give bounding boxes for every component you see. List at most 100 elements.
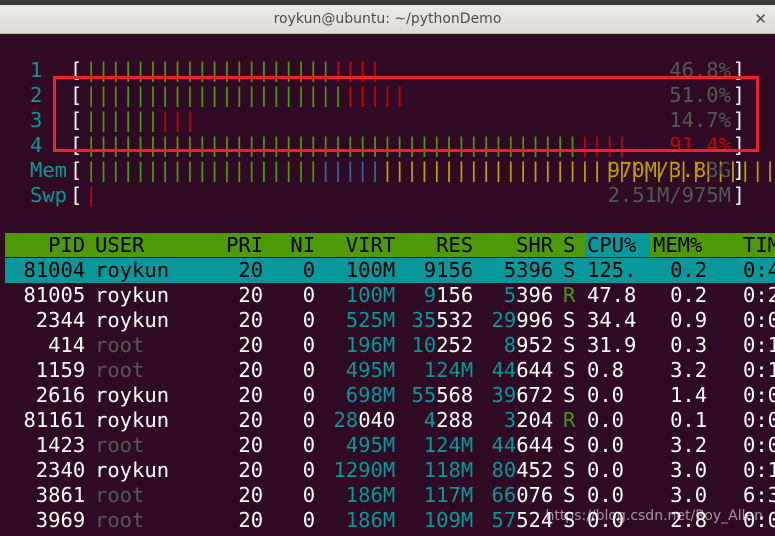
cell-res: 118M [423,458,474,482]
column-header-time[interactable]: TIME [743,233,775,257]
meter-label: Swp [30,183,68,207]
process-row[interactable]: 81004 roykun 20 0 100M 9156 5396 S 125. 0.2 0:43 [5,258,775,283]
cell-user: root [95,508,145,532]
cell-virt: 28040 [333,408,396,432]
cell-ni: 0 [302,508,316,532]
cell-mem: 0.1 [670,408,708,432]
cell-user: roykun [95,458,170,482]
cell-pid: 2340 [35,458,86,482]
cell-shr: 44644 [491,358,554,382]
cell-user: root [95,433,145,457]
cell-pid: 1159 [35,358,86,382]
cell-mem: 0.3 [670,333,708,357]
cell-time: 0:21 [743,283,775,307]
column-header-virt[interactable]: VIRT [346,233,395,257]
close-icon[interactable]: ✕ [754,10,767,28]
cell-pid: 3861 [35,483,86,507]
process-row[interactable]: 81161 roykun 20 0 28040 4288 3204 R 0.0 0.1 0:00 [5,408,775,433]
cell-pri: 20 [238,358,264,382]
cell-user: root [95,333,145,357]
column-header-cpu-pct[interactable]: CPU% [587,233,636,257]
cell-shr: 66076 [491,483,554,507]
cell-mem: 3.0 [670,458,708,482]
cell-pid: 414 [48,333,86,357]
process-row[interactable]: 81005 roykun 20 0 100M 9156 5396 R 47.8 0.2 0:21 [5,283,775,308]
cell-mem: 0.2 [670,283,708,307]
process-row[interactable]: 3861 root 20 0 186M 117M 66076 S 0.0 3.0 6:36 [5,483,775,508]
cell-pri: 20 [238,383,264,407]
meter-label: Mem [30,158,68,182]
cell-res: 124M [423,433,474,457]
annotation-highlight-box [53,76,759,152]
cell-cpu: 0.0 [587,433,625,457]
cell-cpu: 125. [587,258,637,282]
cell-virt: 1290M [333,458,396,482]
cell-virt: 100M [345,283,396,307]
cell-s: S [563,358,576,382]
cell-time: 0:14 [743,458,775,482]
cell-user: root [95,358,145,382]
cell-user: roykun [95,258,170,282]
cell-res: 10252 [411,333,474,357]
meter-bar: | [85,183,98,207]
meter-row-mem: Mem[||||||||||||||||||||||||||||||||||||… [5,158,775,183]
cell-pid: 2616 [35,383,86,407]
cell-ni: 0 [302,258,316,282]
meter-value: 970M/3.83G [607,158,731,182]
column-header-res[interactable]: RES [436,233,473,257]
cell-s: R [563,408,576,432]
cell-pri: 20 [238,458,264,482]
cell-virt: 525M [345,308,396,332]
cell-s: R [563,283,576,307]
window-title: roykun@ubuntu: ~/pythonDemo [273,11,502,27]
process-row[interactable]: 414 root 20 0 196M 10252 8952 S 31.9 0.3 0:10 [5,333,775,358]
column-header-shr[interactable]: SHR [516,233,553,257]
cell-shr: 44644 [491,433,554,457]
meter-value: 2.51M/975M [607,183,731,207]
cell-user: root [95,483,145,507]
cell-shr: 8952 [503,333,554,357]
cell-res: 4288 [423,408,474,432]
terminal-area[interactable]: 1[|||||||||||||||||||||||| 46.8%] 2[||||||… [5,34,775,536]
window-titlebar[interactable]: roykun@ubuntu: ~/pythonDemo ✕ [0,5,775,34]
process-row[interactable]: 2340 roykun 20 0 1290M 118M 80452 S 0.0 3.0 0:14 [5,458,775,483]
cell-cpu: 31.9 [587,333,637,357]
process-row[interactable]: 1159 root 20 0 495M 124M 44644 S 0.8 3.2 0:13 [5,358,775,383]
cell-shr: 39672 [491,383,554,407]
cell-shr: 80452 [491,458,554,482]
column-header-pid[interactable]: PID [48,233,85,257]
cell-pri: 20 [238,508,264,532]
cell-ni: 0 [302,333,316,357]
cell-ni: 0 [302,408,316,432]
cell-ni: 0 [302,458,316,482]
cell-pid: 3969 [35,508,86,532]
meter-label: 4 [30,133,43,157]
cell-cpu: 0.0 [587,383,625,407]
cell-time: 6:36 [743,483,775,507]
process-table-header[interactable]: PID USER PRI NI VIRT RES SHR S CPU% MEM% TIME [5,233,775,257]
cell-res: 109M [423,508,474,532]
meter-label: 3 [30,108,43,132]
watermark: https://blog.csdn.net/Roy_Allen [545,508,763,524]
column-header-s[interactable]: S [563,233,575,257]
process-row[interactable]: 1423 root 20 0 495M 124M 44644 S 0.0 3.2 0:01 [5,433,775,458]
cell-res: 124M [423,358,474,382]
cell-ni: 0 [302,308,316,332]
cell-virt: 698M [345,383,396,407]
cell-mem: 0.9 [670,308,708,332]
cell-pid: 81004 [23,258,86,282]
cell-shr: 5396 [503,283,554,307]
cell-mem: 3.2 [670,433,708,457]
cell-s: S [563,483,576,507]
cell-cpu: 34.4 [587,308,637,332]
cell-time: 0:13 [743,358,775,382]
column-header-pri[interactable]: PRI [226,233,263,257]
column-header-ni[interactable]: NI [290,233,315,257]
process-row[interactable]: 2344 roykun 20 0 525M 35532 29996 S 34.4 0.9 0:09 [5,308,775,333]
column-header-user[interactable]: USER [95,233,144,257]
column-header-mem-pct[interactable]: MEM% [653,233,702,257]
cell-res: 9156 [423,258,474,282]
process-row[interactable]: 2616 roykun 20 0 698M 55568 39672 S 0.0 1.4 0:04 [5,383,775,408]
cell-pri: 20 [238,258,264,282]
cell-pid: 1423 [35,433,86,457]
